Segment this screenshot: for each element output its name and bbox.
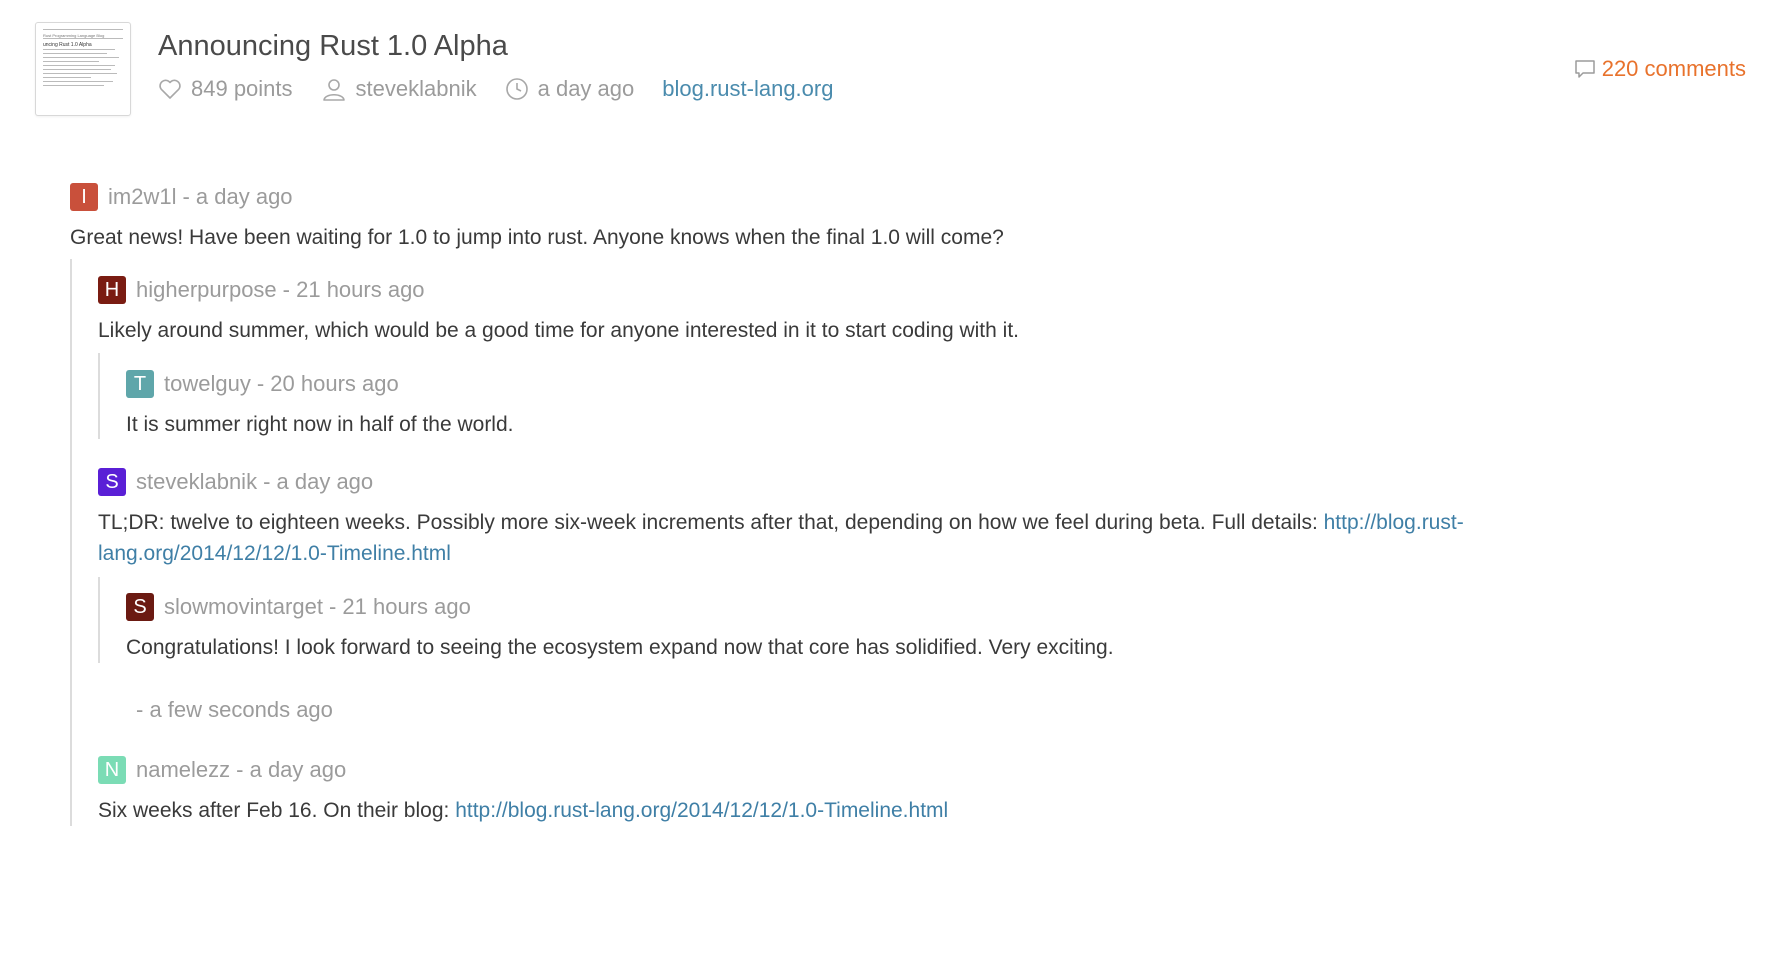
comment-username[interactable]: namelezz — [136, 757, 230, 783]
thumb-line — [43, 61, 99, 62]
comment: H higherpurpose - 21 hours ago Likely ar… — [98, 275, 1528, 346]
comment: S slowmovintarget - 21 hours ago Congrat… — [126, 592, 1526, 663]
comment-text: Congratulations! I look forward to seein… — [126, 636, 1114, 659]
avatar[interactable]: N — [98, 756, 126, 784]
comment-link[interactable]: lang.org/2014/12/12/1.0-Timeline.html — [98, 542, 451, 565]
thumb-line — [43, 29, 123, 30]
thumb-line — [43, 53, 107, 54]
comment-time: - a few seconds ago — [136, 697, 333, 722]
comment-time: - a day ago — [182, 184, 293, 209]
comment-time: - 21 hours ago — [282, 277, 425, 302]
comment-text-content: TL;DR: twelve to eighteen weeks. Possibl… — [98, 511, 1324, 534]
comment-time: - 21 hours ago — [328, 594, 471, 619]
thumb-line — [43, 49, 115, 50]
thumb-line — [43, 65, 115, 66]
thumb-line — [43, 57, 119, 58]
thumb-line — [43, 81, 114, 82]
thumb-line — [43, 38, 123, 39]
comment-text: TL;DR: twelve to eighteen weeks. Possibl… — [98, 507, 1538, 569]
comments-count-link[interactable]: 220 comments — [1574, 56, 1746, 82]
comment-time: - a day ago — [236, 757, 347, 782]
thread-line — [98, 577, 100, 663]
comment: S steveklabnik - a day ago TL;DR: twelve… — [98, 467, 1538, 569]
thumb-line — [43, 69, 111, 70]
story-thumbnail[interactable]: Rust Programming Language Blog uncing Ru… — [35, 22, 131, 116]
comments-count-label: 220 comments — [1601, 56, 1746, 81]
comment-link[interactable]: http://blog.rust-lang.org/2014/12/12/1.0… — [455, 799, 948, 822]
points-label: 849 points — [191, 76, 293, 101]
avatar[interactable]: T — [126, 370, 154, 398]
clock-icon — [505, 78, 528, 100]
comment-username[interactable]: steveklabnik — [136, 469, 257, 495]
story-title[interactable]: Announcing Rust 1.0 Alpha — [158, 30, 508, 63]
points[interactable]: 849 points — [158, 76, 293, 102]
avatar[interactable]: S — [98, 468, 126, 496]
story-time-label: a day ago — [537, 76, 635, 101]
avatar[interactable]: H — [98, 276, 126, 304]
author-label: steveklabnik — [355, 76, 477, 101]
avatar[interactable]: S — [126, 593, 154, 621]
comment-link[interactable]: http://blog.rust- — [1324, 511, 1464, 534]
comment-text: Six weeks after Feb 16. On their blog: h… — [98, 795, 1528, 826]
author[interactable]: steveklabnik — [321, 76, 477, 102]
comment-pending: - a few seconds ago — [130, 695, 333, 725]
comment-username[interactable]: im2w1l — [108, 184, 176, 210]
thumb-line — [43, 73, 117, 74]
thread-line — [70, 259, 72, 826]
comment-username[interactable]: slowmovintarget — [164, 594, 323, 620]
story-time: a day ago — [505, 76, 635, 102]
thumb-title: uncing Rust 1.0 Alpha — [43, 42, 92, 48]
comment-time: - 20 hours ago — [256, 371, 399, 396]
heart-icon — [159, 79, 181, 99]
user-icon — [322, 79, 345, 101]
story-domain-link[interactable]: blog.rust-lang.org — [662, 76, 833, 102]
comment-text: Likely around summer, which would be a g… — [98, 319, 1019, 342]
comment-text: It is summer right now in half of the wo… — [126, 413, 514, 436]
comment-username[interactable]: towelguy — [164, 371, 251, 397]
comment-time: - a day ago — [263, 469, 374, 494]
thumb-line — [43, 85, 104, 86]
comment-icon — [1574, 60, 1595, 78]
avatar[interactable]: I — [70, 183, 98, 211]
comment: T towelguy - 20 hours ago It is summer r… — [126, 369, 1526, 440]
thread-line — [98, 353, 100, 439]
story-meta: 849 points steveklabnik a day ago blog.r… — [158, 76, 861, 102]
comment-text: Great news! Have been waiting for 1.0 to… — [70, 226, 1004, 249]
thumb-line — [43, 77, 91, 78]
comment-text-content: Six weeks after Feb 16. On their blog: — [98, 799, 456, 822]
comment: I im2w1l - a day ago Great news! Have be… — [70, 182, 1530, 253]
comment: N namelezz - a day ago Six weeks after F… — [98, 755, 1528, 826]
comment-username[interactable]: higherpurpose — [136, 277, 277, 303]
